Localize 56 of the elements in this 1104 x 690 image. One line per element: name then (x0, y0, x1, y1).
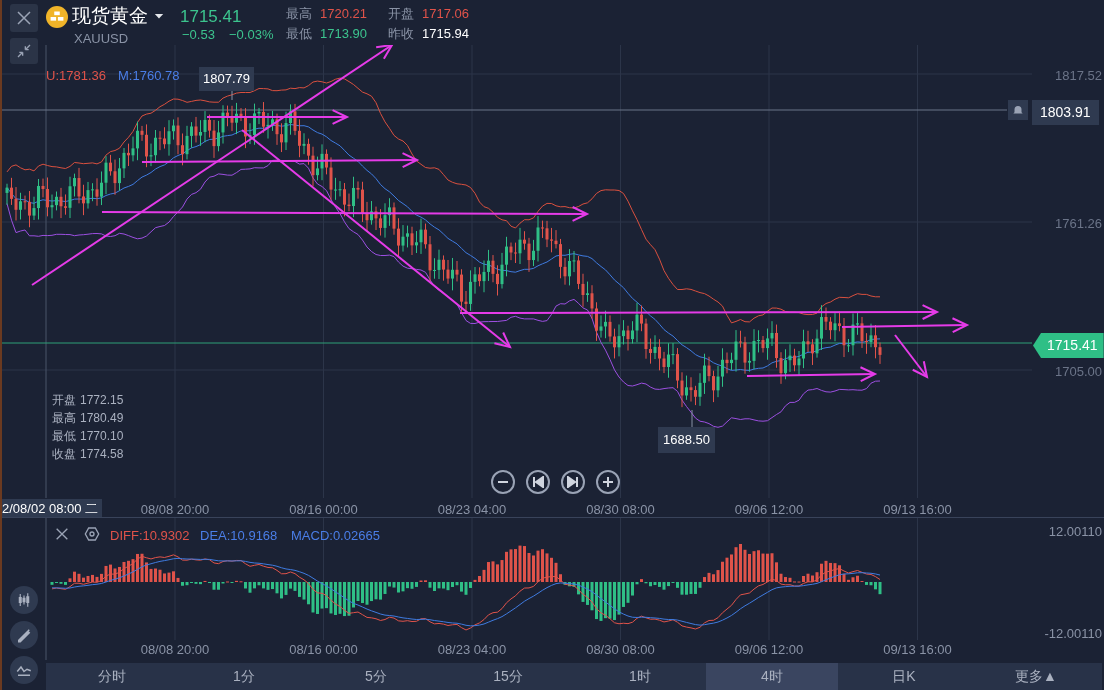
macd-tick: 12.00110 (1047, 523, 1102, 541)
time-tick: 09/13 16:00 (883, 501, 952, 519)
time-tick: 08/08 20:00 (140, 501, 210, 519)
time-tick: 08/30 08:00 (586, 501, 655, 519)
period-tab[interactable]: 日K (838, 663, 970, 690)
alert-price-label: 1803.91 (1032, 100, 1099, 125)
stat-label: 开盘 (388, 5, 414, 23)
macd-tick: -12.00110 (1043, 625, 1102, 643)
time-tick: 08/30 08:00 (586, 641, 655, 659)
ohlc-label: 最低 (52, 428, 76, 445)
low-price-label: 1688.50 (658, 427, 715, 453)
period-tab[interactable]: 15分 (442, 663, 574, 690)
time-tick: 08/23 04:00 (437, 501, 507, 519)
symbol-code: XAUUSD (74, 30, 129, 48)
price-change: −0.53 (182, 26, 215, 44)
price-change-percent: −0.03% (229, 26, 274, 44)
time-tick: 09/13 16:00 (883, 641, 952, 659)
current-price-tag: 1715.41 (1033, 333, 1104, 358)
period-tab[interactable]: 4时 (706, 663, 838, 690)
band-legend: M:1760.78 (118, 66, 180, 86)
period-tab[interactable]: 1分 (178, 663, 310, 690)
macd-legend: MACD:0.02665 (291, 526, 380, 546)
stat-value: 1717.06 (422, 5, 469, 23)
symbol-selector[interactable]: 现货黄金 (72, 3, 164, 29)
macd-legend: DEA:10.9168 (200, 526, 278, 546)
band-legend: U:1781.36 (46, 66, 106, 86)
ohlc-value: 1770.10 (80, 428, 124, 445)
time-tick: 09/06 12:00 (734, 641, 804, 659)
ohlc-value: 1780.49 (80, 410, 124, 427)
high-price-label: 1807.79 (199, 67, 254, 91)
ohlc-label: 开盘 (52, 392, 76, 409)
period-tab[interactable]: 5分 (310, 663, 442, 690)
time-tick: 09/06 12:00 (734, 501, 804, 519)
price-tick: 1761.26 (1054, 215, 1102, 233)
period-tab[interactable]: 更多▲ (970, 663, 1102, 690)
period-tab[interactable]: 1时 (574, 663, 706, 690)
price-tick: 1705.00 (1054, 363, 1102, 381)
time-tick: 08/08 20:00 (140, 641, 210, 659)
stat-label: 昨收 (388, 25, 414, 43)
stat-label: 最高 (286, 5, 312, 23)
macd-legend: DIFF:10.9302 (110, 526, 190, 546)
crosshair-time-label: 2/08/02 08:00 二 (2, 499, 103, 517)
time-tick: 08/16 00:00 (289, 641, 358, 659)
last-price: 1715.41 (180, 6, 242, 28)
time-tick: 08/23 04:00 (437, 641, 507, 659)
ohlc-value: 1772.15 (80, 392, 124, 409)
stat-value: 1715.94 (422, 25, 469, 43)
stat-value: 1720.21 (320, 5, 367, 23)
price-tick: 1817.52 (1054, 67, 1102, 85)
period-tab[interactable]: 分时 (46, 663, 178, 690)
ohlc-value: 1774.58 (80, 446, 124, 463)
time-tick: 08/16 00:00 (289, 501, 358, 519)
stat-value: 1713.90 (320, 25, 367, 43)
ohlc-label: 最高 (52, 410, 76, 427)
stat-label: 最低 (286, 25, 312, 43)
ohlc-label: 收盘 (52, 446, 76, 463)
